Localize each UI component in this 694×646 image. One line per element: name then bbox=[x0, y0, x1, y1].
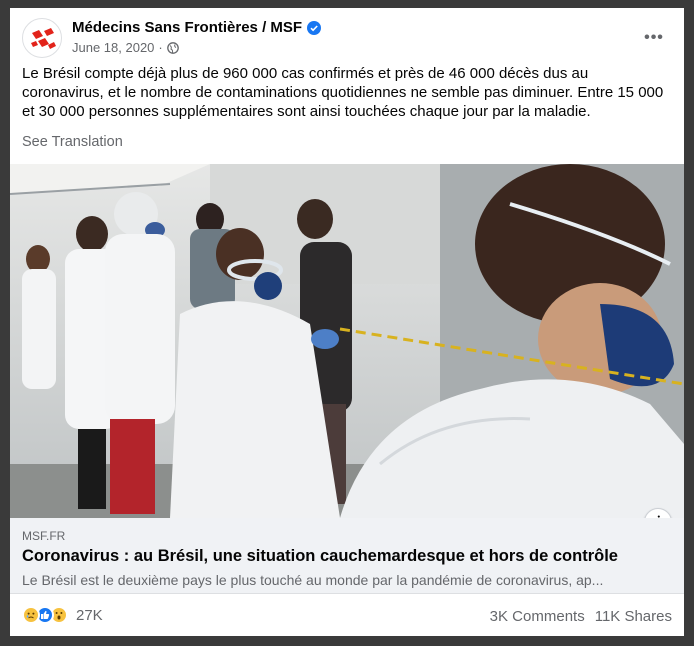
post-date[interactable]: June 18, 2020 bbox=[72, 40, 154, 55]
msf-logo-avatar[interactable] bbox=[22, 18, 62, 58]
link-preview[interactable]: MSF.FR Coronavirus : au Brésil, une situ… bbox=[10, 518, 684, 594]
link-preview-image[interactable] bbox=[10, 164, 684, 518]
shares-count[interactable]: 11K Shares bbox=[595, 608, 672, 625]
msf-logo-icon bbox=[31, 28, 56, 49]
post-card: Médecins Sans Frontières / MSF June 18, … bbox=[10, 8, 684, 636]
reactions-summary[interactable]: 27K bbox=[22, 606, 103, 624]
more-options-button[interactable]: ••• bbox=[642, 26, 666, 50]
verified-badge-icon bbox=[307, 20, 322, 35]
link-title[interactable]: Coronavirus : au Brésil, une situation c… bbox=[22, 547, 662, 566]
page-name[interactable]: Médecins Sans Frontières / MSF bbox=[72, 19, 302, 36]
health-workers-photo bbox=[10, 164, 684, 518]
see-translation-link[interactable]: See Translation bbox=[22, 134, 123, 150]
page-name-link[interactable]: Médecins Sans Frontières / MSF bbox=[72, 19, 322, 36]
sad-icon bbox=[22, 606, 40, 624]
post-header: Médecins Sans Frontières / MSF June 18, … bbox=[22, 18, 672, 66]
reaction-count[interactable]: 27K bbox=[76, 607, 103, 624]
globe-icon[interactable] bbox=[166, 41, 179, 54]
comments-count[interactable]: 3K Comments bbox=[490, 608, 585, 625]
link-description: Le Brésil est le deuxième pays le plus t… bbox=[22, 572, 604, 588]
post-footer: 27K 3K Comments 11K Shares bbox=[22, 606, 672, 630]
post-meta: June 18, 2020 · bbox=[72, 40, 179, 55]
post-text: Le Brésil compte déjà plus de 960 000 ca… bbox=[22, 65, 664, 120]
link-domain: MSF.FR bbox=[22, 529, 66, 543]
engagement-counts: 3K Comments 11K Shares bbox=[490, 608, 672, 625]
